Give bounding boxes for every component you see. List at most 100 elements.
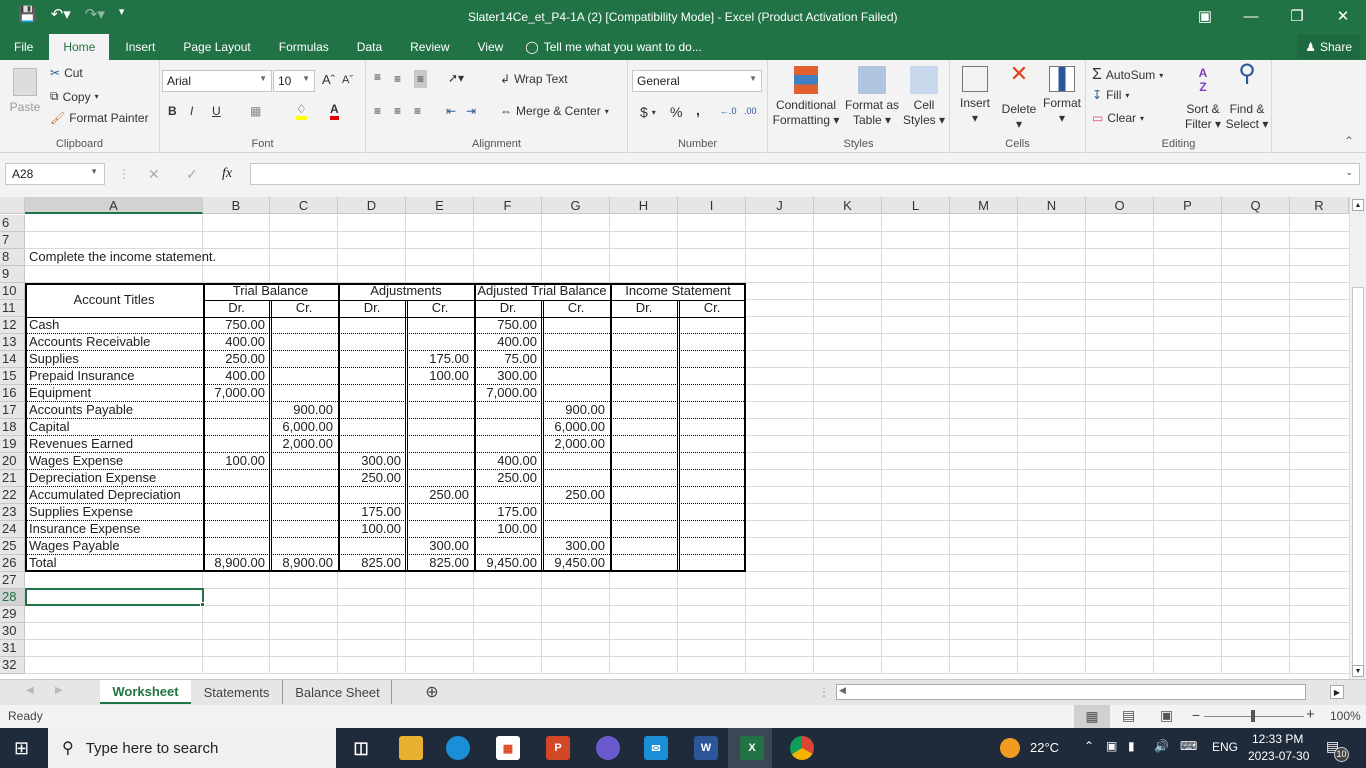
prev-sheet-icon[interactable]: ◀	[26, 685, 34, 696]
zoom-slider-thumb[interactable]	[1251, 710, 1255, 722]
row-header[interactable]: 11	[0, 300, 25, 317]
amount-cell-atb-dr[interactable]: 9,450.00	[474, 555, 539, 571]
format-as-table-button[interactable]: Format as Table ▾	[842, 66, 902, 128]
paste-button[interactable]: Paste	[6, 68, 44, 115]
redo-icon[interactable]: ↷▾	[85, 5, 105, 23]
tell-me-box[interactable]: ◯ Tell me what you want to do...	[517, 34, 702, 60]
zoom-in-button[interactable]: +	[1306, 706, 1315, 723]
cancel-entry-icon[interactable]: ✕	[148, 166, 160, 183]
amount-cell-tb-cr[interactable]: 2,000.00	[270, 436, 335, 452]
underline-button[interactable]: U	[212, 104, 221, 118]
column-header[interactable]: A	[25, 197, 203, 214]
account-title-cell[interactable]: Insurance Expense	[27, 521, 142, 537]
row-header[interactable]: 15	[0, 368, 25, 385]
language-indicator[interactable]: ENG	[1212, 740, 1238, 754]
dr-cr-header[interactable]: Cr.	[270, 300, 338, 316]
row-header[interactable]: 19	[0, 436, 25, 453]
amount-cell-atb-dr[interactable]: 100.00	[474, 521, 539, 537]
percent-button[interactable]: %	[670, 104, 682, 120]
amount-cell-adj-cr[interactable]: 100.00	[406, 368, 471, 384]
select-all-corner[interactable]	[0, 197, 25, 214]
row-header[interactable]: 7	[0, 232, 25, 249]
amount-cell-adj-dr[interactable]: 250.00	[338, 470, 403, 486]
format-painter-button[interactable]: 🖌 Format Painter	[50, 111, 149, 125]
task-view-icon[interactable]: ◫	[349, 736, 373, 760]
account-title-cell[interactable]: Depreciation Expense	[27, 470, 158, 486]
comma-button[interactable]: ,	[696, 102, 700, 118]
mail-icon[interactable]: ✉	[644, 736, 668, 760]
scroll-right-icon[interactable]: ▶	[1330, 685, 1344, 699]
cell-styles-button[interactable]: Cell Styles ▾	[902, 66, 946, 128]
keyboard-icon[interactable]: ⌨	[1180, 739, 1197, 753]
clear-button[interactable]: ▭ Clear ▾	[1092, 111, 1144, 125]
group-header[interactable]: Adjustments	[338, 283, 474, 299]
undo-icon[interactable]: ↶▾	[51, 5, 71, 23]
restore-button[interactable]: ❐	[1274, 0, 1320, 32]
amount-cell-adj-dr[interactable]: 300.00	[338, 453, 403, 469]
amount-cell-tb-cr[interactable]: 900.00	[270, 402, 335, 418]
normal-view-icon[interactable]: ▦	[1074, 705, 1110, 728]
account-title-cell[interactable]: Supplies	[27, 351, 81, 367]
fill-button[interactable]: ↧ Fill ▾	[1092, 88, 1129, 102]
row-header[interactable]: 8	[0, 249, 25, 266]
amount-cell-atb-dr[interactable]: 750.00	[474, 317, 539, 333]
merge-center-button[interactable]: ⇔ Merge & Center ▾	[500, 104, 609, 118]
row-header[interactable]: 13	[0, 334, 25, 351]
sort-filter-button[interactable]: AZ Sort & Filter ▾	[1180, 66, 1226, 132]
account-title-cell[interactable]: Cash	[27, 317, 61, 333]
find-select-button[interactable]: ⚲ Find & Select ▾	[1224, 62, 1270, 132]
group-header[interactable]: Income Statement	[610, 283, 746, 299]
meet-now-icon[interactable]: ▣	[1106, 739, 1117, 753]
horizontal-scrollbar[interactable]: ◀	[836, 684, 1306, 700]
account-title-cell[interactable]: Capital	[27, 419, 71, 435]
column-header[interactable]: P	[1154, 197, 1222, 214]
amount-cell-tb-cr[interactable]: 6,000.00	[270, 419, 335, 435]
account-title-cell[interactable]: Prepaid Insurance	[27, 368, 137, 384]
row-header[interactable]: 26	[0, 555, 25, 572]
dr-cr-header[interactable]: Cr.	[406, 300, 474, 316]
amount-cell-atb-cr[interactable]: 9,450.00	[542, 555, 607, 571]
close-button[interactable]: ✕	[1320, 0, 1366, 32]
new-sheet-button[interactable]: ⊕	[420, 680, 444, 704]
column-header[interactable]: O	[1086, 197, 1154, 214]
copy-button[interactable]: ⧉ Copy ▾	[50, 89, 99, 104]
row-header[interactable]: 22	[0, 487, 25, 504]
amount-cell-tb-dr[interactable]: 8,900.00	[203, 555, 267, 571]
amount-cell-atb-dr[interactable]: 400.00	[474, 453, 539, 469]
row-header[interactable]: 23	[0, 504, 25, 521]
taskbar-search-box[interactable]: ⚲ Type here to search	[48, 728, 336, 768]
delete-cells-button[interactable]: ✕ Delete ▾	[998, 63, 1040, 132]
bold-button[interactable]: B	[168, 104, 177, 118]
tab-split-handle[interactable]: ⋮	[818, 685, 830, 699]
zoom-level[interactable]: 100%	[1330, 709, 1361, 723]
row-header[interactable]: 16	[0, 385, 25, 402]
align-left-button[interactable]: ≡	[374, 104, 381, 118]
column-header[interactable]: Q	[1222, 197, 1290, 214]
page-layout-view-icon[interactable]: ▤	[1122, 707, 1135, 724]
column-header[interactable]: I	[678, 197, 746, 214]
amount-cell-adj-cr[interactable]: 175.00	[406, 351, 471, 367]
column-header[interactable]: J	[746, 197, 814, 214]
tab-data[interactable]: Data	[343, 34, 396, 60]
amount-cell-adj-cr[interactable]: 300.00	[406, 538, 471, 554]
ribbon-display-options-icon[interactable]: ▣	[1182, 0, 1228, 32]
column-header[interactable]: G	[542, 197, 610, 214]
scroll-up-icon[interactable]: ▲	[1352, 199, 1364, 211]
autosum-button[interactable]: Σ AutoSum ▾	[1092, 66, 1163, 84]
customize-qat-icon[interactable]: ▾	[119, 5, 125, 23]
tab-review[interactable]: Review	[396, 34, 463, 60]
cut-button[interactable]: ✂ Cut	[50, 66, 83, 80]
scroll-down-icon[interactable]: ▼	[1352, 665, 1364, 677]
row-header[interactable]: 14	[0, 351, 25, 368]
align-right-button[interactable]: ≡	[414, 104, 421, 118]
row-header[interactable]: 28	[0, 589, 25, 606]
amount-cell-adj-cr[interactable]: 825.00	[406, 555, 471, 571]
formula-input[interactable]: ⌄	[250, 163, 1360, 185]
dr-cr-header[interactable]: Cr.	[542, 300, 610, 316]
dr-cr-header[interactable]: Dr.	[338, 300, 406, 316]
save-icon[interactable]: 💾	[18, 5, 37, 23]
amount-cell-atb-dr[interactable]: 250.00	[474, 470, 539, 486]
amount-cell-tb-cr[interactable]: 8,900.00	[270, 555, 335, 571]
account-title-cell[interactable]: Wages Payable	[27, 538, 122, 554]
confirm-entry-icon[interactable]: ✓	[186, 166, 198, 183]
